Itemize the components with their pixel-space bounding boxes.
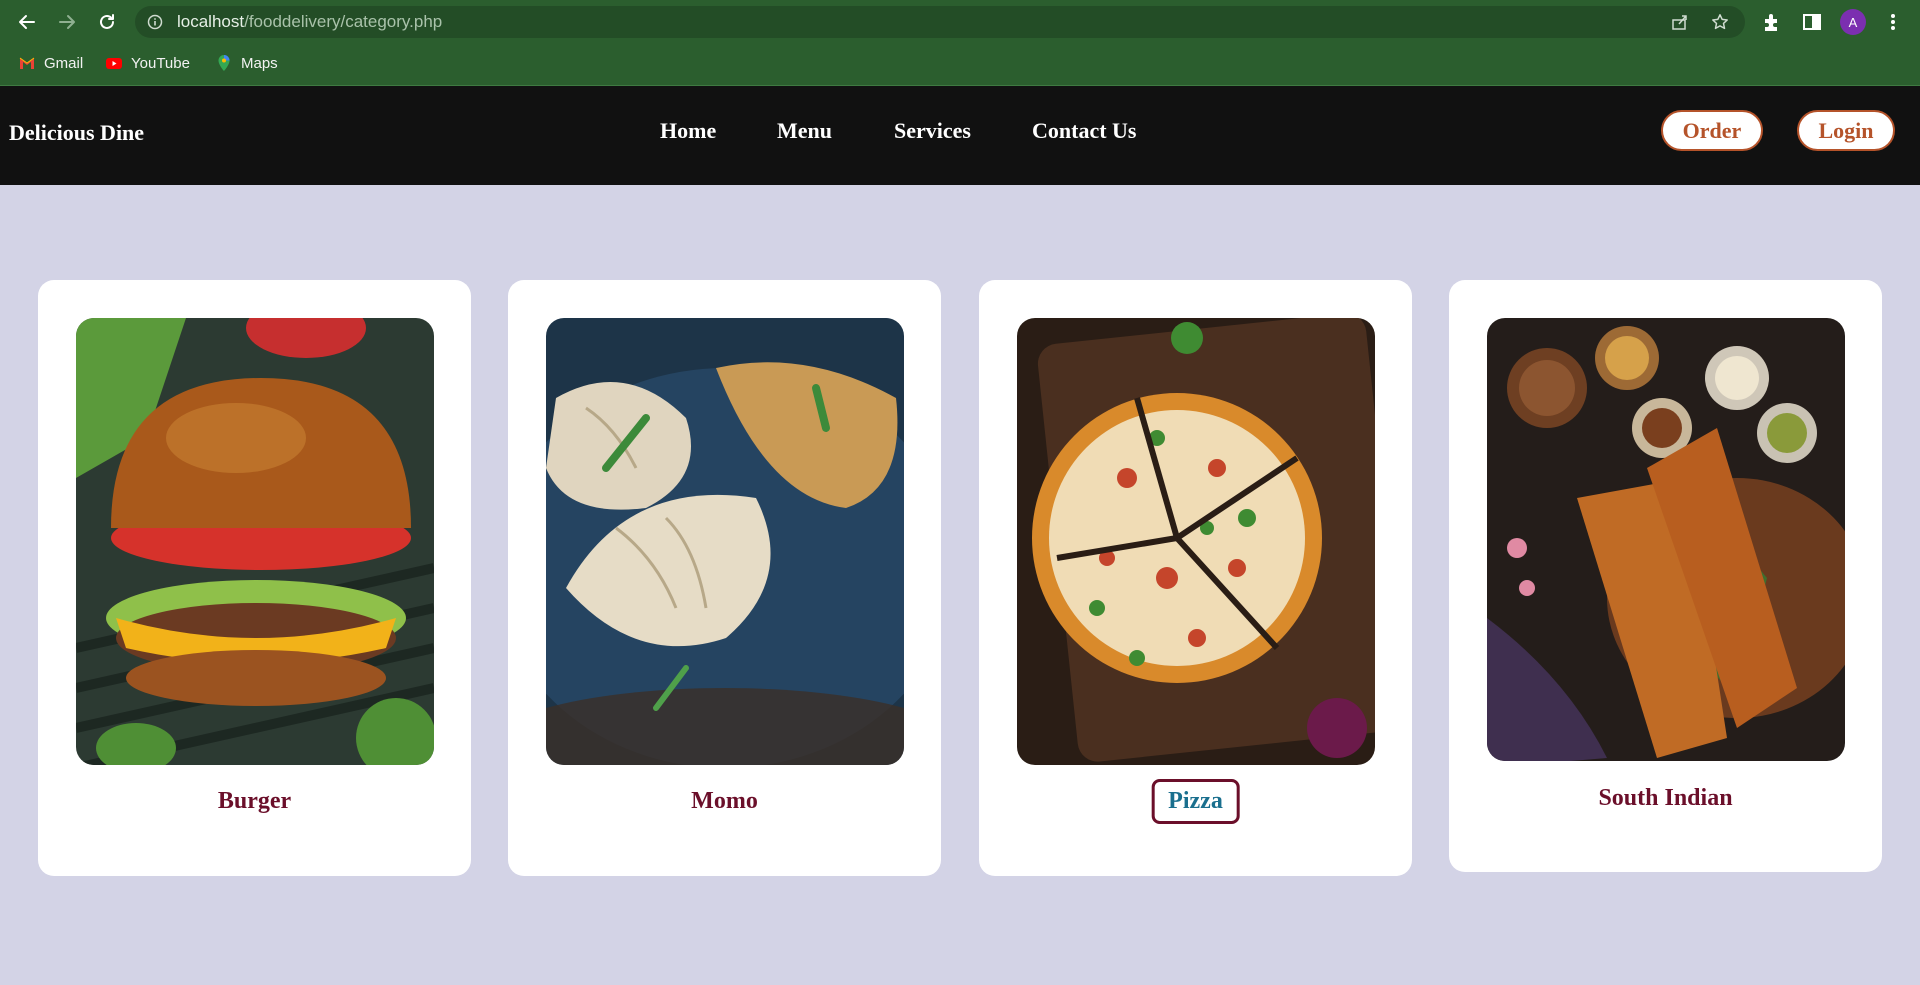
nav-menu-link[interactable]: Menu bbox=[777, 118, 832, 144]
address-row: localhost/fooddelivery/category.php A bbox=[0, 0, 1920, 44]
extensions-icon[interactable] bbox=[1760, 11, 1782, 33]
category-title[interactable]: Momo bbox=[508, 788, 941, 815]
address-bar[interactable]: localhost/fooddelivery/category.php bbox=[135, 6, 1745, 38]
star-icon[interactable] bbox=[1711, 13, 1729, 31]
dosa-image[interactable] bbox=[1487, 318, 1845, 761]
category-title[interactable]: Burger bbox=[38, 788, 471, 815]
category-card-pizza[interactable]: Pizza bbox=[979, 280, 1412, 876]
maps-icon bbox=[218, 55, 230, 71]
url-path: /fooddelivery/category.php bbox=[244, 12, 443, 31]
nav-contact-link[interactable]: Contact Us bbox=[1032, 118, 1137, 144]
arrow-left-icon bbox=[19, 15, 35, 29]
more-menu-icon[interactable] bbox=[1882, 11, 1904, 33]
share-icon[interactable] bbox=[1671, 13, 1689, 31]
info-icon[interactable] bbox=[147, 14, 163, 30]
brand-logo[interactable]: Delicious Dine bbox=[9, 120, 144, 146]
category-card-momo[interactable]: Momo bbox=[508, 280, 941, 876]
url-host: localhost bbox=[177, 12, 245, 31]
login-button[interactable]: Login bbox=[1797, 110, 1895, 151]
side-panel-icon[interactable] bbox=[1801, 11, 1823, 33]
bookmark-label: YouTube bbox=[131, 54, 190, 72]
gmail-icon bbox=[19, 57, 35, 69]
profile-avatar[interactable]: A bbox=[1840, 9, 1866, 35]
bookmark-label: Gmail bbox=[44, 54, 84, 72]
youtube-icon bbox=[106, 58, 122, 69]
bookmark-label: Maps bbox=[241, 54, 278, 72]
back-button[interactable] bbox=[13, 8, 41, 36]
bookmark-youtube[interactable]: YouTube bbox=[105, 51, 190, 75]
category-title[interactable]: South Indian bbox=[1449, 785, 1882, 812]
bookmark-maps[interactable]: Maps bbox=[215, 51, 278, 75]
bookmarks-bar: Gmail YouTube Maps bbox=[0, 48, 1920, 78]
url-text: localhost/fooddelivery/category.php bbox=[177, 12, 442, 32]
category-card-south-indian[interactable]: South Indian bbox=[1449, 280, 1882, 872]
reload-icon bbox=[100, 14, 114, 29]
browser-chrome: localhost/fooddelivery/category.php A Gm… bbox=[0, 0, 1920, 86]
order-button[interactable]: Order bbox=[1661, 110, 1763, 151]
reload-button[interactable] bbox=[93, 8, 121, 36]
arrow-right-icon bbox=[59, 15, 75, 29]
nav-home-link[interactable]: Home bbox=[660, 118, 716, 144]
category-title-active[interactable]: Pizza bbox=[1151, 779, 1240, 824]
bookmark-gmail[interactable]: Gmail bbox=[18, 51, 83, 75]
burger-image[interactable] bbox=[76, 318, 434, 765]
category-card-burger[interactable]: Burger bbox=[38, 280, 471, 876]
forward-button[interactable] bbox=[53, 8, 81, 36]
site-header: Delicious Dine Home Menu Services Contac… bbox=[0, 86, 1920, 185]
pizza-image[interactable] bbox=[1017, 318, 1375, 765]
nav-services-link[interactable]: Services bbox=[894, 118, 971, 144]
momo-image[interactable] bbox=[546, 318, 904, 765]
